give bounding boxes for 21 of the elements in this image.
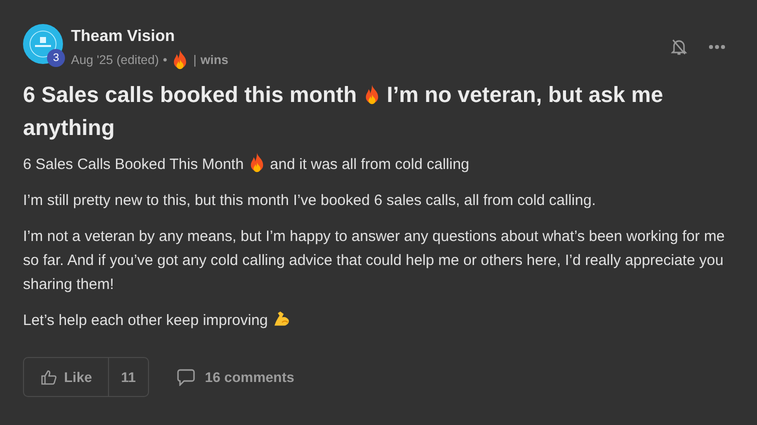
more-icon[interactable] — [709, 45, 725, 49]
body-text: 6 Sales Calls Booked This Month — [23, 156, 244, 173]
like-count: 11 — [120, 368, 137, 387]
body-text: and it was all from cold calling — [270, 156, 470, 173]
post-title: anything — [23, 114, 115, 142]
author-name[interactable]: Theam Vision — [71, 28, 663, 46]
level-badge: 3 — [47, 49, 65, 67]
thumbs-up-icon — [41, 369, 57, 385]
comment-icon — [176, 368, 195, 386]
body-text: I’m still pretty new to this, but this month I’ve booked 6 sales calls, all from cold calling. — [23, 192, 596, 209]
dot-separator: • — [162, 52, 168, 66]
like-button[interactable]: Like — [24, 358, 110, 396]
body-text: Let’s help each other keep improving — [23, 312, 268, 329]
post-title: 6 Sales calls booked this month — [23, 81, 357, 109]
post-date: Aug '25 (edited) — [71, 52, 159, 66]
pipe-separator: | — [193, 52, 197, 66]
bell-off-icon[interactable] — [671, 38, 687, 56]
body-text: I’m not a veteran by any means, but I’m happy to answer any questions about what’s been working for me so far. And if you’ve got any cold calling advice that could help me or others here, I’d really appreciate you sharing them! — [23, 228, 725, 293]
category-link[interactable]: wins — [200, 52, 228, 66]
post-title: I’m no veteran, but ask me — [386, 81, 664, 109]
comments-button[interactable]: 16 comments — [176, 368, 294, 386]
